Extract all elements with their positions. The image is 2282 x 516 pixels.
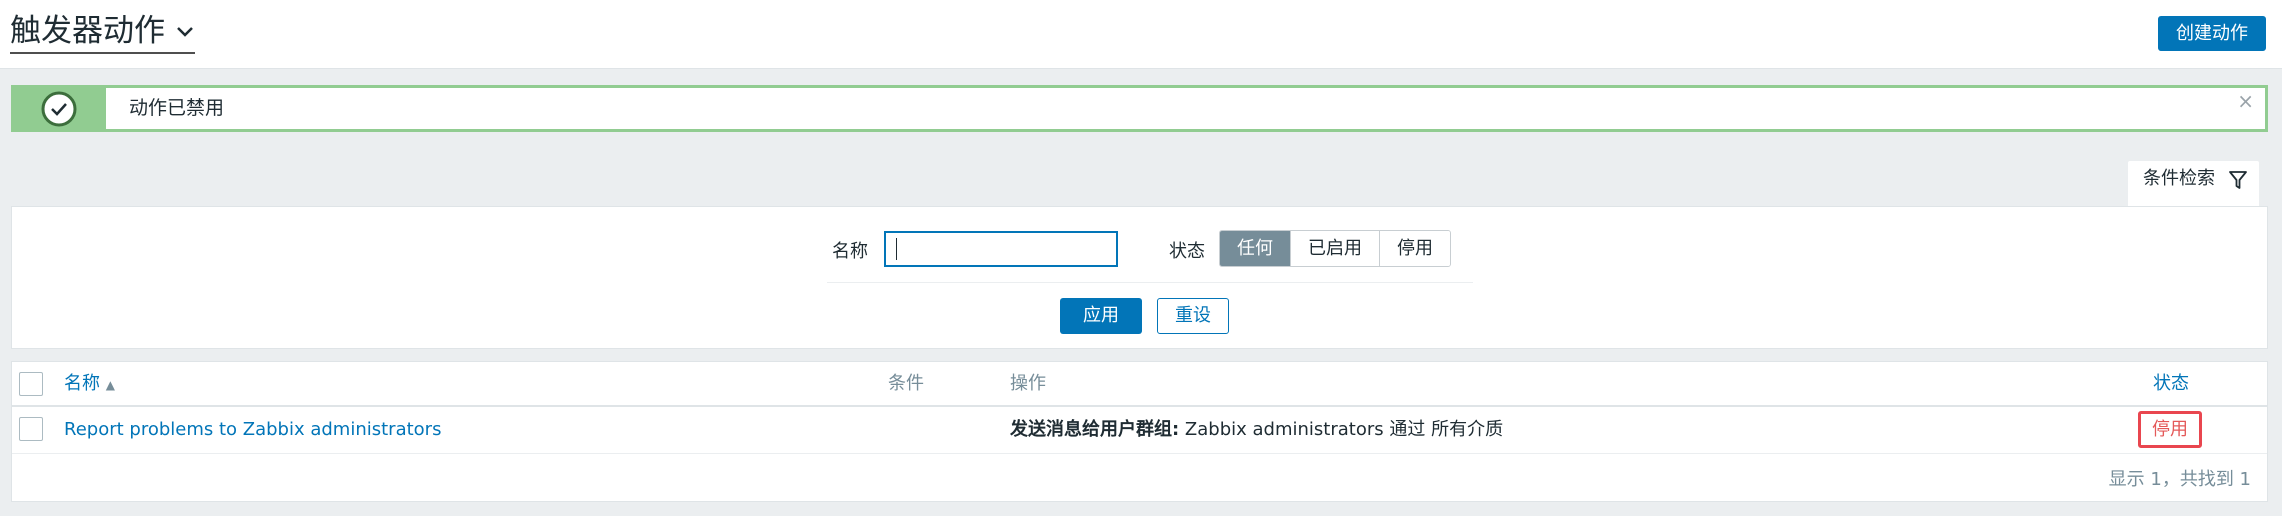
row-checkbox[interactable] bbox=[19, 417, 43, 441]
operation-detail: Zabbix administrators 通过 所有介质 bbox=[1179, 419, 1504, 440]
select-all-checkbox[interactable] bbox=[19, 372, 43, 396]
status-toggle-disabled[interactable]: 停用 bbox=[2138, 411, 2202, 448]
status-option-enabled[interactable]: 已启用 bbox=[1290, 231, 1379, 266]
chevron-down-icon bbox=[177, 27, 193, 37]
name-filter-input[interactable] bbox=[884, 231, 1118, 267]
column-operations-header: 操作 bbox=[1010, 373, 1046, 394]
close-icon[interactable]: × bbox=[2237, 91, 2254, 111]
status-option-any[interactable]: 任何 bbox=[1220, 231, 1290, 266]
operation-type: 发送消息给用户群组: bbox=[1010, 419, 1180, 440]
table-header: 名称 ▲ 条件 操作 状态 bbox=[12, 362, 2267, 407]
status-segmented-control: 任何 已启用 停用 bbox=[1219, 230, 1451, 267]
action-name-link[interactable]: Report problems to Zabbix administrators bbox=[64, 407, 441, 453]
filter-panel: 名称 状态 任何 已启用 停用 应用 重设 bbox=[11, 206, 2268, 349]
page-title: 触发器动作 bbox=[10, 13, 165, 49]
tab-filter[interactable]: 条件检索 bbox=[2128, 161, 2259, 207]
actions-table: 名称 ▲ 条件 操作 状态 Report problems to Zabbix … bbox=[11, 361, 2268, 502]
table-footer-count: 显示 1，共找到 1 bbox=[2108, 469, 2251, 490]
message-text: 动作已禁用 bbox=[129, 97, 225, 119]
column-status-header: 状态 bbox=[2153, 373, 2189, 394]
name-filter-label: 名称 bbox=[832, 241, 868, 262]
create-action-button[interactable]: 创建动作 bbox=[2158, 16, 2266, 51]
action-operations: 发送消息给用户群组: Zabbix administrators 通过 所有介质 bbox=[1010, 407, 1503, 453]
filter-tab-label: 条件检索 bbox=[2143, 168, 2215, 189]
filter-divider bbox=[827, 282, 1473, 283]
column-name-header[interactable]: 名称 ▲ bbox=[64, 362, 115, 405]
success-message: 动作已禁用 × bbox=[11, 85, 2268, 132]
reset-button[interactable]: 重设 bbox=[1157, 298, 1229, 334]
table-row: Report problems to Zabbix administrators… bbox=[12, 407, 2267, 454]
column-name-label: 名称 bbox=[64, 373, 100, 394]
filter-icon bbox=[2229, 171, 2247, 189]
status-filter-label: 状态 bbox=[1169, 241, 1205, 262]
page-title-dropdown[interactable]: 触发器动作 bbox=[10, 12, 195, 54]
apply-button[interactable]: 应用 bbox=[1060, 298, 1142, 334]
text-caret bbox=[896, 238, 897, 260]
message-icon-area bbox=[14, 88, 106, 129]
column-conditions-header: 条件 bbox=[888, 373, 924, 394]
sort-asc-icon: ▲ bbox=[105, 378, 115, 392]
status-option-disabled[interactable]: 停用 bbox=[1379, 231, 1450, 266]
page-header: 触发器动作 创建动作 bbox=[0, 0, 2282, 69]
check-circle-icon bbox=[41, 91, 77, 127]
